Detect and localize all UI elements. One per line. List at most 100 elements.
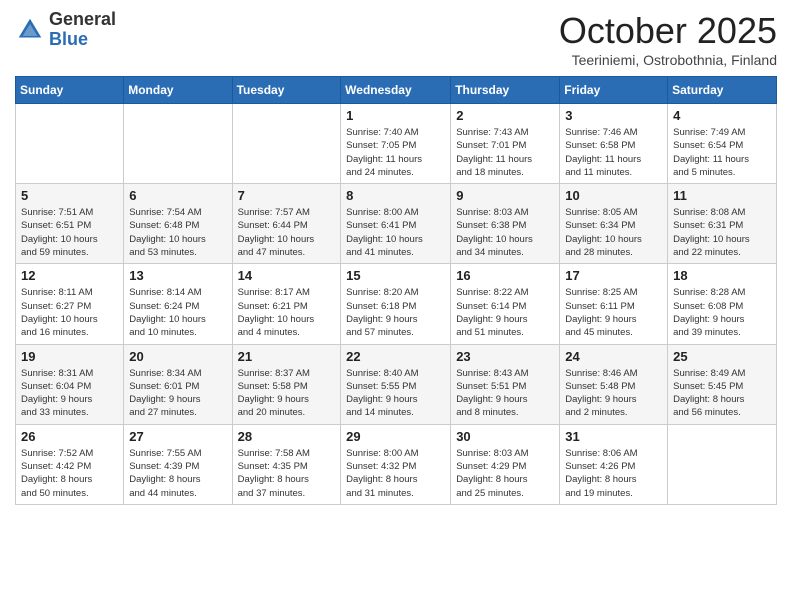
day-info: Sunrise: 8:34 AM Sunset: 6:01 PM Dayligh… [129, 367, 226, 420]
calendar-cell: 16 Sunrise: 8:22 AM Sunset: 6:14 PM Dayli… [451, 264, 560, 344]
day-number: 7 [238, 188, 336, 203]
day-info: Sunrise: 8:00 AM Sunset: 4:32 PM Dayligh… [346, 447, 445, 500]
day-number: 22 [346, 349, 445, 364]
page-header: General Blue October 2025 Teeriniemi, Os… [15, 10, 777, 68]
calendar-cell: 31 Sunrise: 8:06 AM Sunset: 4:26 PM Dayli… [560, 424, 668, 504]
day-number: 5 [21, 188, 118, 203]
day-info: Sunrise: 7:49 AM Sunset: 6:54 PM Dayligh… [673, 126, 771, 179]
calendar-cell: 12 Sunrise: 8:11 AM Sunset: 6:27 PM Dayli… [16, 264, 124, 344]
calendar-cell [124, 104, 232, 184]
calendar-cell: 10Sunrise: 8:05 AM Sunset: 6:34 PM Dayli… [560, 184, 668, 264]
calendar-cell: 7Sunrise: 7:57 AM Sunset: 6:44 PM Daylig… [232, 184, 341, 264]
weekday-header-saturday: Saturday [668, 77, 777, 104]
day-number: 31 [565, 429, 662, 444]
day-info: Sunrise: 7:43 AM Sunset: 7:01 PM Dayligh… [456, 126, 554, 179]
day-number: 13 [129, 268, 226, 283]
calendar-cell [232, 104, 341, 184]
logo-general: General [49, 10, 116, 30]
day-number: 11 [673, 188, 771, 203]
day-info: Sunrise: 8:46 AM Sunset: 5:48 PM Dayligh… [565, 367, 662, 420]
day-number: 9 [456, 188, 554, 203]
calendar-cell: 9 Sunrise: 8:03 AM Sunset: 6:38 PM Daylig… [451, 184, 560, 264]
weekday-header-monday: Monday [124, 77, 232, 104]
logo: General Blue [15, 10, 116, 50]
day-number: 20 [129, 349, 226, 364]
day-number: 26 [21, 429, 118, 444]
calendar-cell: 22 Sunrise: 8:40 AM Sunset: 5:55 PM Dayli… [341, 344, 451, 424]
calendar-cell: 4 Sunrise: 7:49 AM Sunset: 6:54 PM Daylig… [668, 104, 777, 184]
day-info: Sunrise: 8:22 AM Sunset: 6:14 PM Dayligh… [456, 286, 554, 339]
day-info: Sunrise: 7:52 AM Sunset: 4:42 PM Dayligh… [21, 447, 118, 500]
day-number: 17 [565, 268, 662, 283]
calendar-cell: 15Sunrise: 8:20 AM Sunset: 6:18 PM Dayli… [341, 264, 451, 344]
day-number: 12 [21, 268, 118, 283]
calendar-cell: 8 Sunrise: 8:00 AM Sunset: 6:41 PM Daylig… [341, 184, 451, 264]
calendar-cell: 2Sunrise: 7:43 AM Sunset: 7:01 PM Daylig… [451, 104, 560, 184]
day-info: Sunrise: 8:00 AM Sunset: 6:41 PM Dayligh… [346, 206, 445, 259]
calendar-cell: 3Sunrise: 7:46 AM Sunset: 6:58 PM Daylig… [560, 104, 668, 184]
calendar-cell: 23 Sunrise: 8:43 AM Sunset: 5:51 PM Dayli… [451, 344, 560, 424]
day-info: Sunrise: 8:14 AM Sunset: 6:24 PM Dayligh… [129, 286, 226, 339]
calendar-cell: 17Sunrise: 8:25 AM Sunset: 6:11 PM Dayli… [560, 264, 668, 344]
day-info: Sunrise: 8:11 AM Sunset: 6:27 PM Dayligh… [21, 286, 118, 339]
logo-text: General Blue [49, 10, 116, 50]
calendar-table: SundayMondayTuesdayWednesdayThursdayFrid… [15, 76, 777, 505]
day-info: Sunrise: 8:43 AM Sunset: 5:51 PM Dayligh… [456, 367, 554, 420]
calendar-week-row: 26 Sunrise: 7:52 AM Sunset: 4:42 PM Dayli… [16, 424, 777, 504]
calendar-cell: 28Sunrise: 7:58 AM Sunset: 4:35 PM Dayli… [232, 424, 341, 504]
calendar-header-row: SundayMondayTuesdayWednesdayThursdayFrid… [16, 77, 777, 104]
calendar-cell: 25 Sunrise: 8:49 AM Sunset: 5:45 PM Dayli… [668, 344, 777, 424]
calendar-cell: 19 Sunrise: 8:31 AM Sunset: 6:04 PM Dayli… [16, 344, 124, 424]
day-number: 23 [456, 349, 554, 364]
calendar-cell: 14 Sunrise: 8:17 AM Sunset: 6:21 PM Dayli… [232, 264, 341, 344]
day-number: 6 [129, 188, 226, 203]
day-info: Sunrise: 8:17 AM Sunset: 6:21 PM Dayligh… [238, 286, 336, 339]
calendar-week-row: 12 Sunrise: 8:11 AM Sunset: 6:27 PM Dayli… [16, 264, 777, 344]
day-info: Sunrise: 8:20 AM Sunset: 6:18 PM Dayligh… [346, 286, 445, 339]
day-info: Sunrise: 8:03 AM Sunset: 6:38 PM Dayligh… [456, 206, 554, 259]
day-number: 8 [346, 188, 445, 203]
calendar-cell: 5 Sunrise: 7:51 AM Sunset: 6:51 PM Daylig… [16, 184, 124, 264]
day-info: Sunrise: 8:05 AM Sunset: 6:34 PM Dayligh… [565, 206, 662, 259]
day-info: Sunrise: 7:58 AM Sunset: 4:35 PM Dayligh… [238, 447, 336, 500]
day-number: 18 [673, 268, 771, 283]
day-number: 1 [346, 108, 445, 123]
calendar-week-row: 1 Sunrise: 7:40 AM Sunset: 7:05 PM Daylig… [16, 104, 777, 184]
calendar-cell: 24Sunrise: 8:46 AM Sunset: 5:48 PM Dayli… [560, 344, 668, 424]
logo-blue: Blue [49, 30, 116, 50]
calendar-cell: 13 Sunrise: 8:14 AM Sunset: 6:24 PM Dayli… [124, 264, 232, 344]
day-number: 4 [673, 108, 771, 123]
day-number: 19 [21, 349, 118, 364]
logo-icon [15, 15, 45, 45]
day-info: Sunrise: 8:40 AM Sunset: 5:55 PM Dayligh… [346, 367, 445, 420]
calendar-cell: 20 Sunrise: 8:34 AM Sunset: 6:01 PM Dayli… [124, 344, 232, 424]
calendar-cell: 1 Sunrise: 7:40 AM Sunset: 7:05 PM Daylig… [341, 104, 451, 184]
day-info: Sunrise: 7:51 AM Sunset: 6:51 PM Dayligh… [21, 206, 118, 259]
weekday-header-thursday: Thursday [451, 77, 560, 104]
day-number: 30 [456, 429, 554, 444]
calendar-week-row: 5 Sunrise: 7:51 AM Sunset: 6:51 PM Daylig… [16, 184, 777, 264]
day-info: Sunrise: 7:54 AM Sunset: 6:48 PM Dayligh… [129, 206, 226, 259]
day-number: 16 [456, 268, 554, 283]
day-info: Sunrise: 7:46 AM Sunset: 6:58 PM Dayligh… [565, 126, 662, 179]
day-info: Sunrise: 8:31 AM Sunset: 6:04 PM Dayligh… [21, 367, 118, 420]
day-number: 14 [238, 268, 336, 283]
day-info: Sunrise: 8:49 AM Sunset: 5:45 PM Dayligh… [673, 367, 771, 420]
weekday-header-sunday: Sunday [16, 77, 124, 104]
day-number: 25 [673, 349, 771, 364]
weekday-header-tuesday: Tuesday [232, 77, 341, 104]
calendar-cell: 11Sunrise: 8:08 AM Sunset: 6:31 PM Dayli… [668, 184, 777, 264]
day-info: Sunrise: 8:28 AM Sunset: 6:08 PM Dayligh… [673, 286, 771, 339]
calendar-cell: 21Sunrise: 8:37 AM Sunset: 5:58 PM Dayli… [232, 344, 341, 424]
day-info: Sunrise: 7:40 AM Sunset: 7:05 PM Dayligh… [346, 126, 445, 179]
day-number: 27 [129, 429, 226, 444]
calendar-cell: 30Sunrise: 8:03 AM Sunset: 4:29 PM Dayli… [451, 424, 560, 504]
day-info: Sunrise: 8:37 AM Sunset: 5:58 PM Dayligh… [238, 367, 336, 420]
calendar-cell [16, 104, 124, 184]
day-info: Sunrise: 8:06 AM Sunset: 4:26 PM Dayligh… [565, 447, 662, 500]
weekday-header-wednesday: Wednesday [341, 77, 451, 104]
day-info: Sunrise: 7:55 AM Sunset: 4:39 PM Dayligh… [129, 447, 226, 500]
day-number: 29 [346, 429, 445, 444]
calendar-cell: 27 Sunrise: 7:55 AM Sunset: 4:39 PM Dayli… [124, 424, 232, 504]
weekday-header-friday: Friday [560, 77, 668, 104]
